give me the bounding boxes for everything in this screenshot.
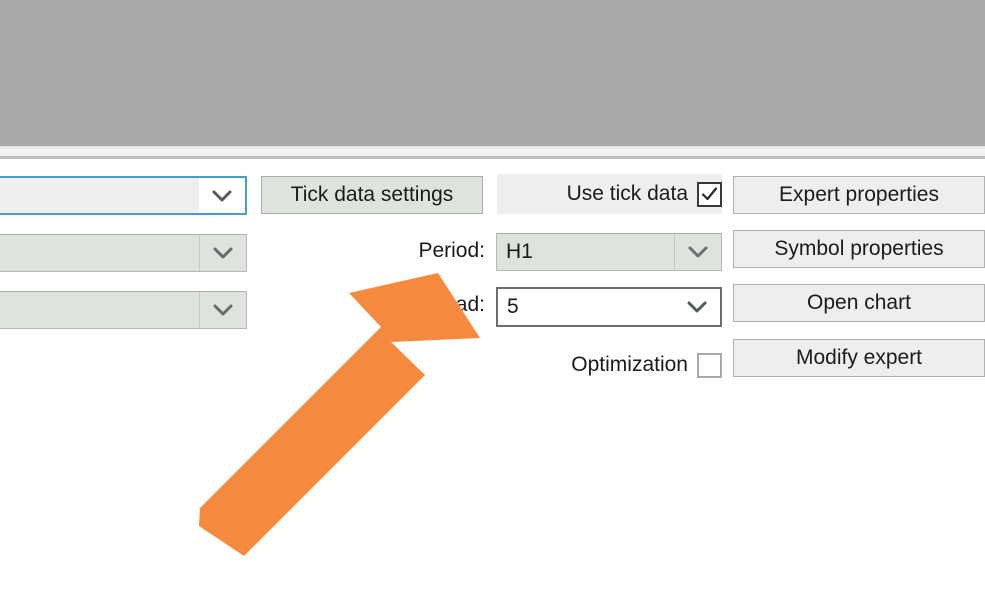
expert-advisor-combo-value <box>0 178 199 213</box>
spread-combo[interactable]: 5 <box>496 287 722 327</box>
chevron-down-icon[interactable] <box>199 178 245 213</box>
optimization-checkbox[interactable] <box>697 352 722 378</box>
strategy-tester-settings-panel: Tick data settings Use tick data Period:… <box>0 163 985 598</box>
toolbar-highlight-strip <box>0 146 985 156</box>
chevron-down-icon[interactable] <box>674 289 720 325</box>
optimization-label: Optimization <box>571 353 688 376</box>
window-top-band <box>0 0 985 146</box>
use-tick-data-row[interactable]: Use tick data <box>497 174 722 214</box>
expert-advisor-combo[interactable] <box>0 176 247 215</box>
use-tick-data-checkbox[interactable] <box>697 181 722 207</box>
chevron-down-icon[interactable] <box>199 292 246 328</box>
symbol-combo[interactable] <box>0 234 247 272</box>
symbol-properties-button[interactable]: Symbol properties <box>733 230 985 268</box>
spread-label: Spread: <box>411 293 485 316</box>
model-combo[interactable] <box>0 291 247 329</box>
period-combo-value: H1 <box>506 240 533 263</box>
open-chart-button[interactable]: Open chart <box>733 284 985 322</box>
chevron-down-icon[interactable] <box>674 234 721 270</box>
chevron-down-icon[interactable] <box>199 235 246 271</box>
period-combo[interactable]: H1 <box>496 233 722 271</box>
tick-data-settings-button[interactable]: Tick data settings <box>261 176 483 214</box>
period-label: Period: <box>418 239 485 262</box>
spread-combo-value[interactable]: 5 <box>498 295 674 319</box>
optimization-row[interactable]: Optimization <box>497 348 722 382</box>
use-tick-data-label: Use tick data <box>566 182 688 205</box>
modify-expert-button[interactable]: Modify expert <box>733 339 985 377</box>
expert-properties-button[interactable]: Expert properties <box>733 176 985 214</box>
